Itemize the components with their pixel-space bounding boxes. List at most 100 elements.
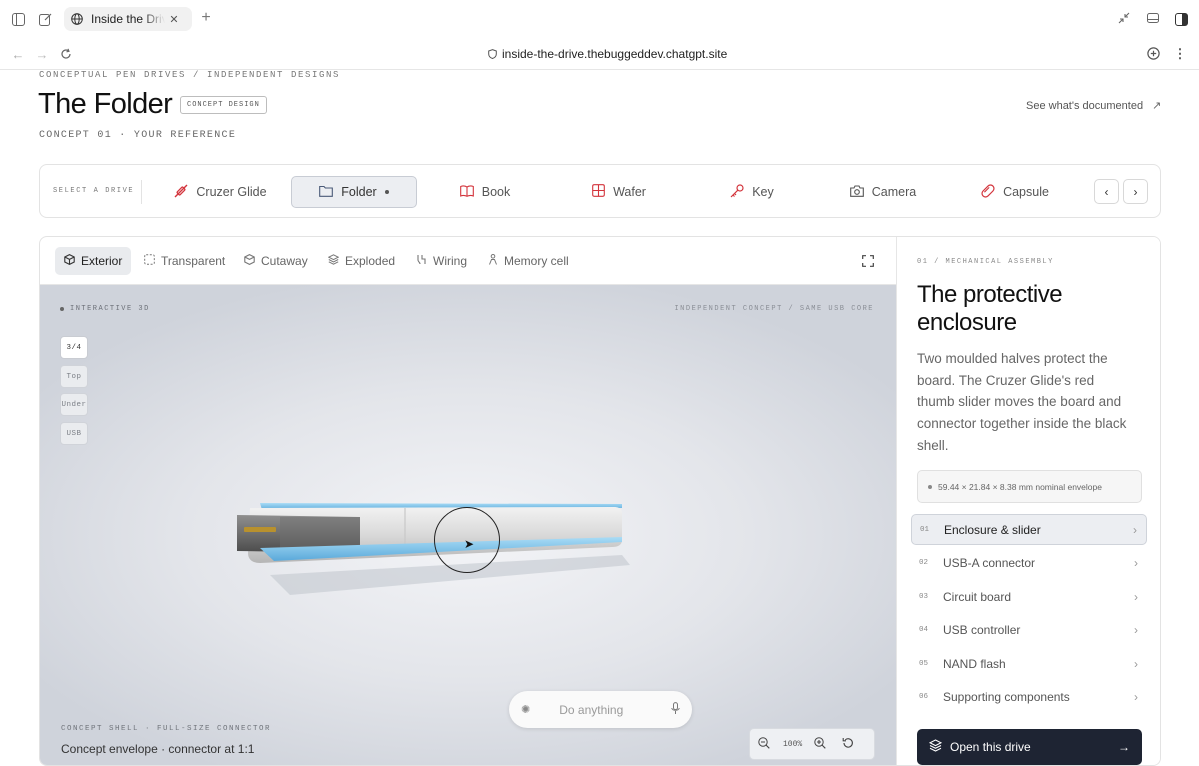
command-prompt[interactable]: ✺ Do anything [509,691,692,728]
tab-label: Wiring [433,254,468,268]
fullscreen-icon[interactable] [860,253,876,269]
camera-icon [849,184,864,200]
3d-stage[interactable]: INTERACTIVE 3D INDEPENDENT CONCEPT / SAM… [40,285,896,765]
browser-tab[interactable]: Inside the Drive ✕ [64,7,192,31]
dimensions-text: 59.44 × 21.84 × 8.38 mm nominal envelope [938,481,1102,492]
view-mode-tabs: Exterior Transparent Cutaway Exploded Wi… [40,237,896,285]
component-item-supporting[interactable]: 06 Supporting components › [911,681,1147,712]
concept-badge: CONCEPT DESIGN [180,96,267,114]
tab-exploded[interactable]: Exploded [319,247,404,275]
new-tab-icon[interactable]: + [199,9,213,26]
back-icon[interactable]: ← [11,47,25,62]
selector-divider [141,180,142,204]
selector-label: SELECT A DRIVE [53,187,135,195]
chevron-right-icon: › [1133,184,1138,199]
item-label: Supporting components [943,689,1070,704]
drive-key[interactable]: Key [722,176,782,208]
drive-label: Wafer [613,185,646,199]
add-to-chat-icon[interactable] [1146,46,1161,61]
reload-icon[interactable] [59,47,73,61]
panel-description: Two moulded halves protect the board. Th… [917,351,1127,453]
tab-transparent[interactable]: Transparent [135,247,234,275]
cutaway-icon [244,253,255,268]
item-number: 06 [919,692,929,701]
breadcrumb: CONCEPTUAL PEN DRIVES / INDEPENDENT DESI… [39,70,341,80]
open-drive-button[interactable]: Open this drive → [917,729,1142,765]
docs-link-label: See what's documented [1026,99,1144,112]
chevron-right-icon: › [1134,656,1138,671]
item-number: 04 [919,625,929,634]
tab-exterior[interactable]: Exterior [55,247,131,275]
new-note-icon[interactable] [37,11,53,27]
chevron-right-icon: › [1134,589,1138,604]
site-info-icon [488,49,497,59]
zoom-out-icon[interactable] [758,737,770,751]
stage-label: INTERACTIVE 3D [60,305,150,313]
item-label: USB-A connector [943,555,1036,570]
drive-cruzer-glide[interactable]: Cruzer Glide [167,176,274,208]
view-under-button[interactable]: Under [60,393,88,416]
cube-icon [64,253,75,268]
tab-wiring[interactable]: Wiring [407,247,476,275]
chevron-right-icon: › [1134,622,1138,637]
arrow-up-right-icon: ↗ [1152,100,1162,112]
sidebar-toggle-icon[interactable] [10,11,26,27]
layers-icon [327,254,340,268]
item-number: 02 [919,558,929,567]
minimize-window-icon[interactable] [1117,11,1131,25]
arrow-right-icon: → [1118,740,1130,754]
drive-label: Camera [871,185,917,199]
window-icon[interactable] [1146,11,1160,25]
browser-tab-bar: Inside the Drive ✕ + [0,0,1199,37]
panel-title: The protective enclosure [917,281,1063,336]
bullet-dot [928,484,932,489]
live-dot [60,307,64,311]
drive-wafer[interactable]: Wafer [584,176,654,208]
component-item-usb-controller[interactable]: 04 USB controller › [911,614,1147,645]
key-icon [730,183,744,201]
open-drive-label: Open this drive [950,740,1031,754]
reset-view-icon[interactable] [842,737,854,751]
caption-kicker: CONCEPT SHELL · FULL-SIZE CONNECTOR [61,725,272,733]
active-dot [384,190,389,194]
zoom-in-icon[interactable] [814,737,826,751]
view-top-button[interactable]: Top [60,365,88,388]
view-usb-button[interactable]: USB [60,422,88,445]
folder-icon [319,185,334,200]
drive-capsule[interactable]: Capsule [975,176,1055,208]
view-3-4-button[interactable]: 3/4 [60,336,88,359]
forward-icon[interactable]: → [35,47,49,62]
drive-folder[interactable]: Folder [291,176,417,208]
split-view-icon[interactable] [1173,11,1189,27]
drive-label: Key [752,185,774,199]
drive-camera[interactable]: Camera [843,176,923,208]
prev-drive-button[interactable]: ‹ [1094,179,1119,204]
tab-label: Transparent [161,254,226,268]
tab-cutaway[interactable]: Cutaway [235,247,317,275]
url-display[interactable]: inside-the-drive.thebuggeddev.chatgpt.si… [488,47,727,61]
drive-label: Capsule [1003,185,1049,199]
close-tab-icon[interactable]: ✕ [168,13,180,26]
dashed-box-icon [144,254,155,268]
tab-title: Inside the Drive [91,12,165,26]
tab-label: Exploded [345,254,396,268]
component-item-usb-connector[interactable]: 02 USB-A connector › [911,547,1147,578]
item-number: 03 [919,592,929,601]
more-menu-icon[interactable]: ⋮ [1174,46,1187,61]
info-panel: 01 / MECHANICAL ASSEMBLY The protective … [896,237,1160,765]
item-label: USB controller [943,622,1021,637]
tab-label: Cutaway [261,254,308,268]
component-item-nand-flash[interactable]: 05 NAND flash › [911,648,1147,679]
microphone-icon[interactable] [671,701,680,718]
slider-icon [174,184,188,201]
item-label: Circuit board [943,589,1012,604]
next-drive-button[interactable]: › [1123,179,1148,204]
tab-label: Exterior [81,254,123,268]
tab-memory-cell[interactable]: Memory cell [479,247,578,275]
drive-book[interactable]: Book [450,176,520,208]
docs-link[interactable]: See what's documented ↗ [1026,99,1162,113]
sparkle-icon: ✺ [521,704,531,716]
component-item-circuit-board[interactable]: 03 Circuit board › [911,581,1147,612]
chevron-right-icon: › [1134,555,1138,570]
component-item-enclosure[interactable]: 01 Enclosure & slider › [911,514,1147,545]
